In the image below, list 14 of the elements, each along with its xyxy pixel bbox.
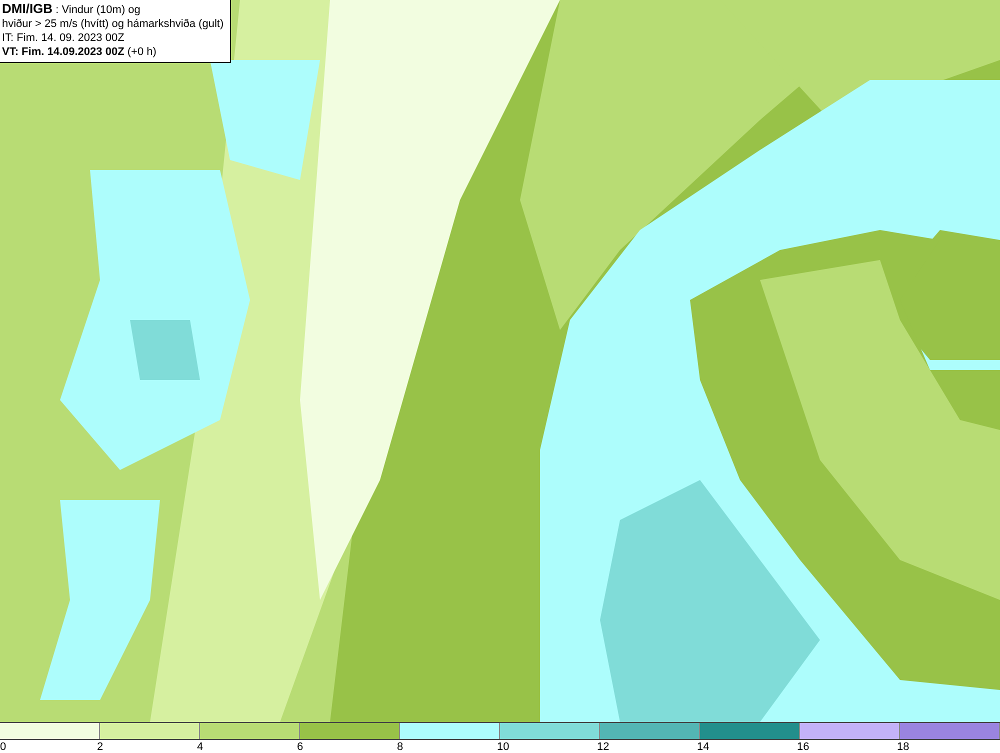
info-text: IT: Fim. 14. 09. 2023 00Z bbox=[2, 31, 126, 45]
scale-label: 10 bbox=[497, 740, 510, 753]
scale-label: 8 bbox=[397, 740, 404, 753]
scale-label: 6 bbox=[297, 740, 304, 753]
scale-label: 16 bbox=[797, 740, 810, 753]
info-text: hviður > 25 m/s (hvítt) og hámarkshviða (gult) bbox=[2, 17, 224, 31]
scale-label: 2 bbox=[97, 740, 104, 753]
scale-label: 14 bbox=[697, 740, 710, 753]
scale-label: 12 bbox=[597, 740, 610, 753]
scale-label: 0 bbox=[0, 740, 6, 753]
info-text: VT: Fim. 14.09.2023 00Z (+0 h) bbox=[2, 45, 158, 59]
scale-label: 4 bbox=[197, 740, 204, 753]
scale-label: 18 bbox=[897, 740, 910, 753]
info-text: DMI/IGB : Vindur (10m) og bbox=[2, 2, 142, 17]
